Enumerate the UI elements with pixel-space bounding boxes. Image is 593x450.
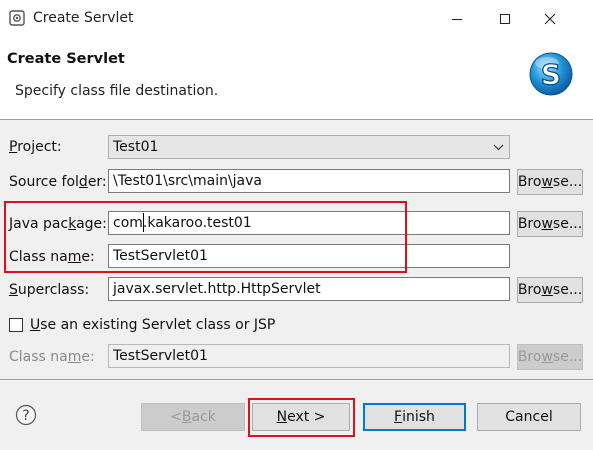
java-package-browse-button[interactable]: Bro w se... — [517, 211, 583, 237]
existing-class-name-field: TestServlet01 — [108, 344, 510, 368]
close-button[interactable] — [527, 0, 573, 38]
highlight-next-button — [248, 398, 355, 437]
project-combo[interactable]: Test01 — [108, 135, 510, 159]
svg-text:S: S — [541, 58, 561, 91]
close-icon — [544, 13, 556, 25]
superclass-field[interactable]: javax.servlet.http.HttpServlet — [108, 277, 510, 301]
highlight-package-classname — [4, 201, 407, 273]
chevron-down-icon — [493, 144, 504, 151]
minimize-icon — [452, 19, 462, 20]
help-button[interactable]: ? — [15, 404, 37, 426]
maximize-button[interactable] — [482, 0, 528, 38]
superclass-label: Superclass: — [9, 282, 90, 298]
use-existing-checkbox[interactable] — [9, 318, 23, 332]
banner-description: Specify class file destination. — [15, 83, 219, 99]
banner-title: Create Servlet — [7, 51, 125, 67]
minimize-button[interactable] — [434, 0, 480, 38]
finish-button[interactable]: Finish — [363, 403, 466, 431]
back-button: < Back — [141, 403, 245, 431]
window-title: Create Servlet — [33, 10, 134, 26]
help-icon: ? — [15, 404, 37, 426]
project-label: Project: — [9, 139, 62, 155]
footer-separator — [0, 379, 593, 380]
source-folder-label: Source folder: — [9, 174, 107, 190]
source-folder-browse-button[interactable]: Bro w se... — [517, 169, 583, 195]
svg-text:?: ? — [22, 408, 29, 424]
existing-class-name-label: Class name: — [9, 349, 95, 365]
servlet-wizard-icon: S — [525, 47, 577, 99]
project-value: Test01 — [113, 139, 159, 155]
superclass-browse-button[interactable]: Bro w se... — [517, 277, 583, 303]
maximize-icon — [500, 14, 510, 24]
eclipse-app-icon — [9, 10, 25, 26]
use-existing-label[interactable]: Use an existing Servlet class or JSP — [30, 317, 275, 333]
cancel-button[interactable]: Cancel — [477, 403, 581, 431]
existing-class-browse-button: Bro w se... — [517, 344, 583, 370]
source-folder-field[interactable]: \Test01\src\main\java — [108, 169, 510, 193]
